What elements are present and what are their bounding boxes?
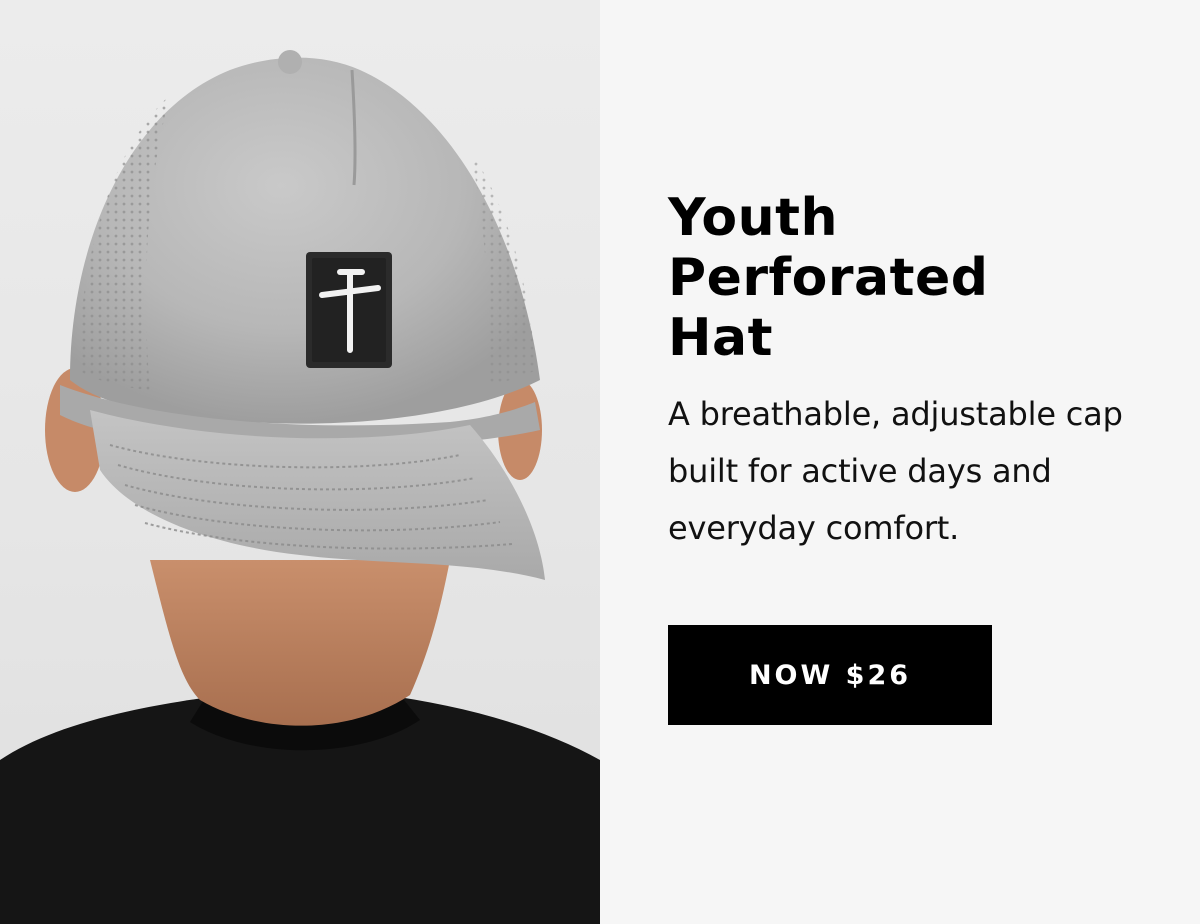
hat-photo (0, 50, 600, 924)
title-line-2: Perforated (668, 248, 989, 308)
price-cta-button[interactable]: NOW $26 (668, 625, 992, 725)
title-line-3: Hat (668, 308, 773, 368)
product-description: A breathable, adjustable cap built for a… (668, 395, 1123, 547)
title-line-1: Youth (668, 188, 839, 248)
product-title: Youth Perforated Hat (668, 188, 1048, 368)
product-photo[interactable] (0, 0, 600, 924)
